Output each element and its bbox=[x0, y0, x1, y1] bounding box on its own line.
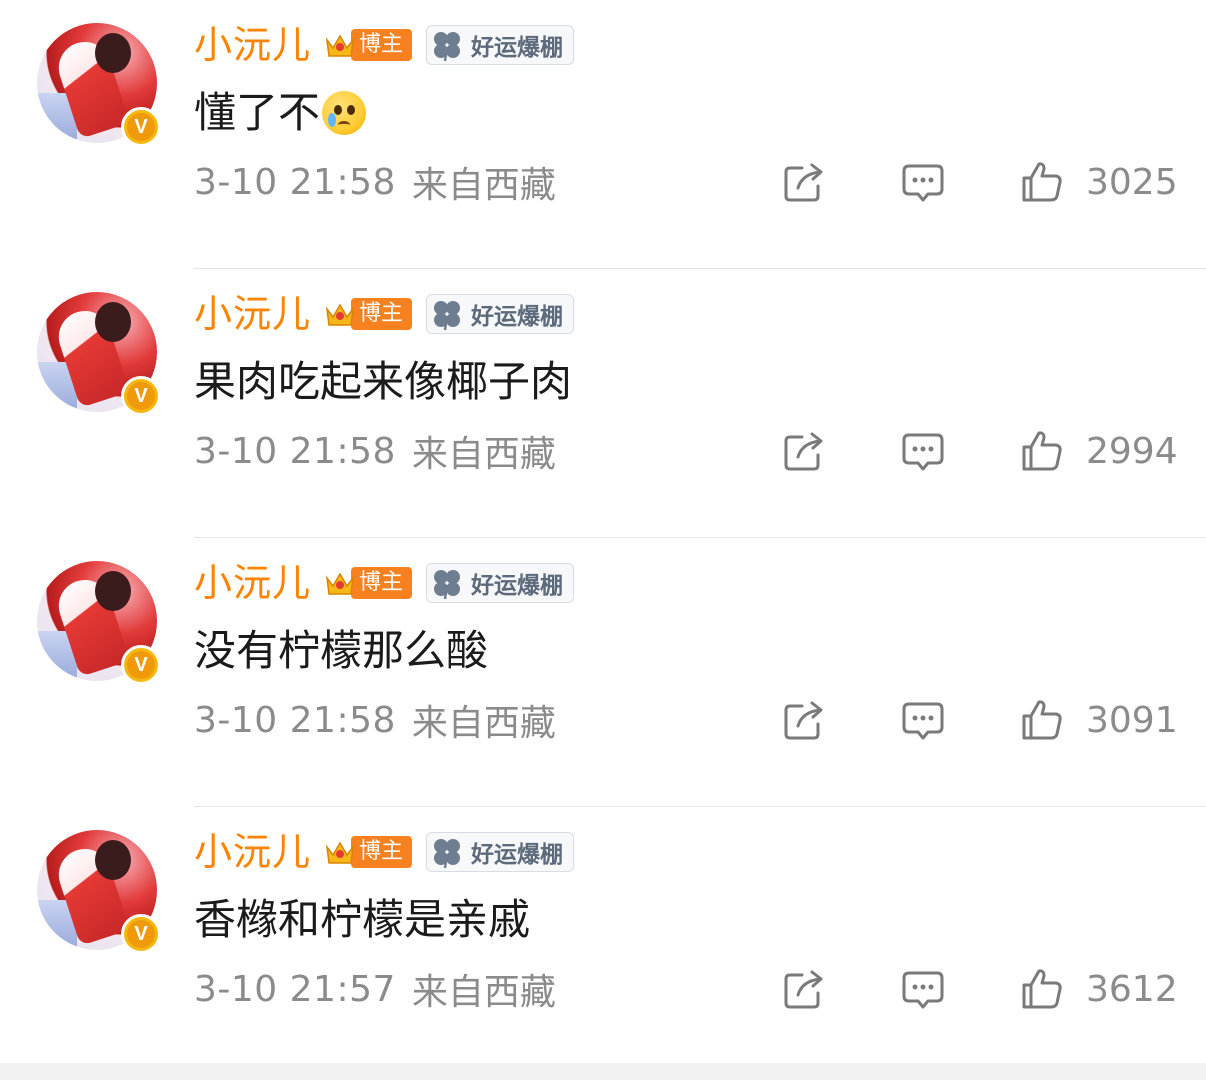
share-button[interactable] bbox=[782, 428, 826, 474]
crown-icon bbox=[325, 303, 355, 326]
like-button[interactable]: 3025 bbox=[1020, 159, 1178, 205]
blogger-badge[interactable]: 博主 bbox=[325, 834, 413, 870]
luck-badge[interactable]: 好运爆棚 bbox=[426, 832, 575, 872]
share-button[interactable] bbox=[782, 966, 826, 1012]
crying-face-emoji bbox=[322, 91, 367, 135]
avatar[interactable]: V bbox=[37, 292, 161, 416]
comment-location: 来自西藏 bbox=[411, 165, 556, 206]
comment-text: 果肉吃起来像椰子肉 bbox=[194, 357, 573, 406]
blogger-badge[interactable]: 博主 bbox=[325, 565, 413, 601]
like-button[interactable]: 3091 bbox=[1020, 697, 1178, 743]
avatar[interactable]: V bbox=[37, 561, 161, 685]
like-count: 2994 bbox=[1086, 430, 1178, 472]
comment-text: 懂了不 bbox=[194, 88, 321, 137]
comment-item: V 小沅儿 博主 bbox=[0, 807, 1206, 1076]
blogger-badge[interactable]: 博主 bbox=[325, 27, 413, 63]
verified-v-icon: V bbox=[121, 914, 161, 954]
username[interactable]: 小沅儿 bbox=[194, 289, 311, 339]
luck-badge[interactable]: 好运爆棚 bbox=[426, 563, 575, 603]
thumbs-up-icon bbox=[1022, 162, 1062, 202]
like-count: 3091 bbox=[1086, 699, 1178, 741]
comment-icon bbox=[902, 971, 944, 1009]
crown-icon bbox=[325, 841, 355, 864]
comment-time: 3-10 21:58 bbox=[194, 699, 396, 741]
comment-icon bbox=[902, 702, 944, 740]
comment-time: 3-10 21:58 bbox=[194, 430, 396, 472]
comment-time: 3-10 21:57 bbox=[194, 968, 396, 1010]
avatar[interactable]: V bbox=[37, 830, 161, 954]
verified-v-icon: V bbox=[121, 376, 161, 416]
like-count: 3612 bbox=[1086, 968, 1178, 1010]
thumbs-up-icon bbox=[1022, 431, 1062, 471]
luck-badge[interactable]: 好运爆棚 bbox=[426, 25, 575, 65]
comment-icon bbox=[902, 433, 944, 471]
like-count: 3025 bbox=[1086, 161, 1178, 203]
comment-location: 来自西藏 bbox=[411, 972, 556, 1013]
like-button[interactable]: 3612 bbox=[1020, 966, 1178, 1012]
comment-text: 没有柠檬那么酸 bbox=[194, 626, 489, 675]
crown-icon bbox=[325, 572, 355, 595]
comment-icon bbox=[902, 164, 944, 202]
share-icon bbox=[784, 163, 823, 202]
comment-location: 来自西藏 bbox=[411, 434, 556, 475]
username[interactable]: 小沅儿 bbox=[194, 827, 311, 877]
comment-text: 香橼和柠檬是亲戚 bbox=[194, 895, 531, 944]
crown-icon bbox=[325, 34, 355, 57]
comment-item: V 小沅儿 博主 bbox=[0, 538, 1206, 807]
reply-button[interactable] bbox=[901, 159, 945, 205]
verified-v-icon: V bbox=[121, 645, 161, 685]
share-icon bbox=[784, 970, 823, 1009]
comment-location: 来自西藏 bbox=[411, 703, 556, 744]
luck-badge[interactable]: 好运爆棚 bbox=[426, 294, 575, 334]
clover-icon bbox=[434, 570, 461, 600]
clover-icon bbox=[434, 301, 461, 331]
clover-icon bbox=[434, 839, 461, 869]
comment-list: V 小沅儿 博主 好运爆棚 懂了不 3-10 21:58 来自西藏 3025 V… bbox=[0, 0, 1206, 1076]
comment-time: 3-10 21:58 bbox=[194, 161, 396, 203]
blogger-badge[interactable]: 博主 bbox=[325, 296, 413, 332]
like-button[interactable]: 2994 bbox=[1020, 428, 1178, 474]
reply-button[interactable] bbox=[901, 428, 945, 474]
comment-item: V 小沅儿 博主 bbox=[0, 269, 1206, 538]
share-icon bbox=[784, 701, 823, 740]
username[interactable]: 小沅儿 bbox=[194, 558, 311, 608]
comment-item: V 小沅儿 博主 bbox=[0, 0, 1206, 269]
thumbs-up-icon bbox=[1022, 969, 1062, 1009]
username[interactable]: 小沅儿 bbox=[194, 20, 311, 70]
share-icon bbox=[784, 432, 823, 471]
share-button[interactable] bbox=[782, 697, 826, 743]
verified-v-icon: V bbox=[121, 107, 161, 147]
thumbs-up-icon bbox=[1022, 700, 1062, 740]
reply-button[interactable] bbox=[901, 697, 945, 743]
avatar[interactable]: V bbox=[37, 23, 161, 147]
bottom-separator bbox=[0, 1063, 1206, 1080]
reply-button[interactable] bbox=[901, 966, 945, 1012]
clover-icon bbox=[434, 32, 461, 62]
share-button[interactable] bbox=[782, 159, 826, 205]
